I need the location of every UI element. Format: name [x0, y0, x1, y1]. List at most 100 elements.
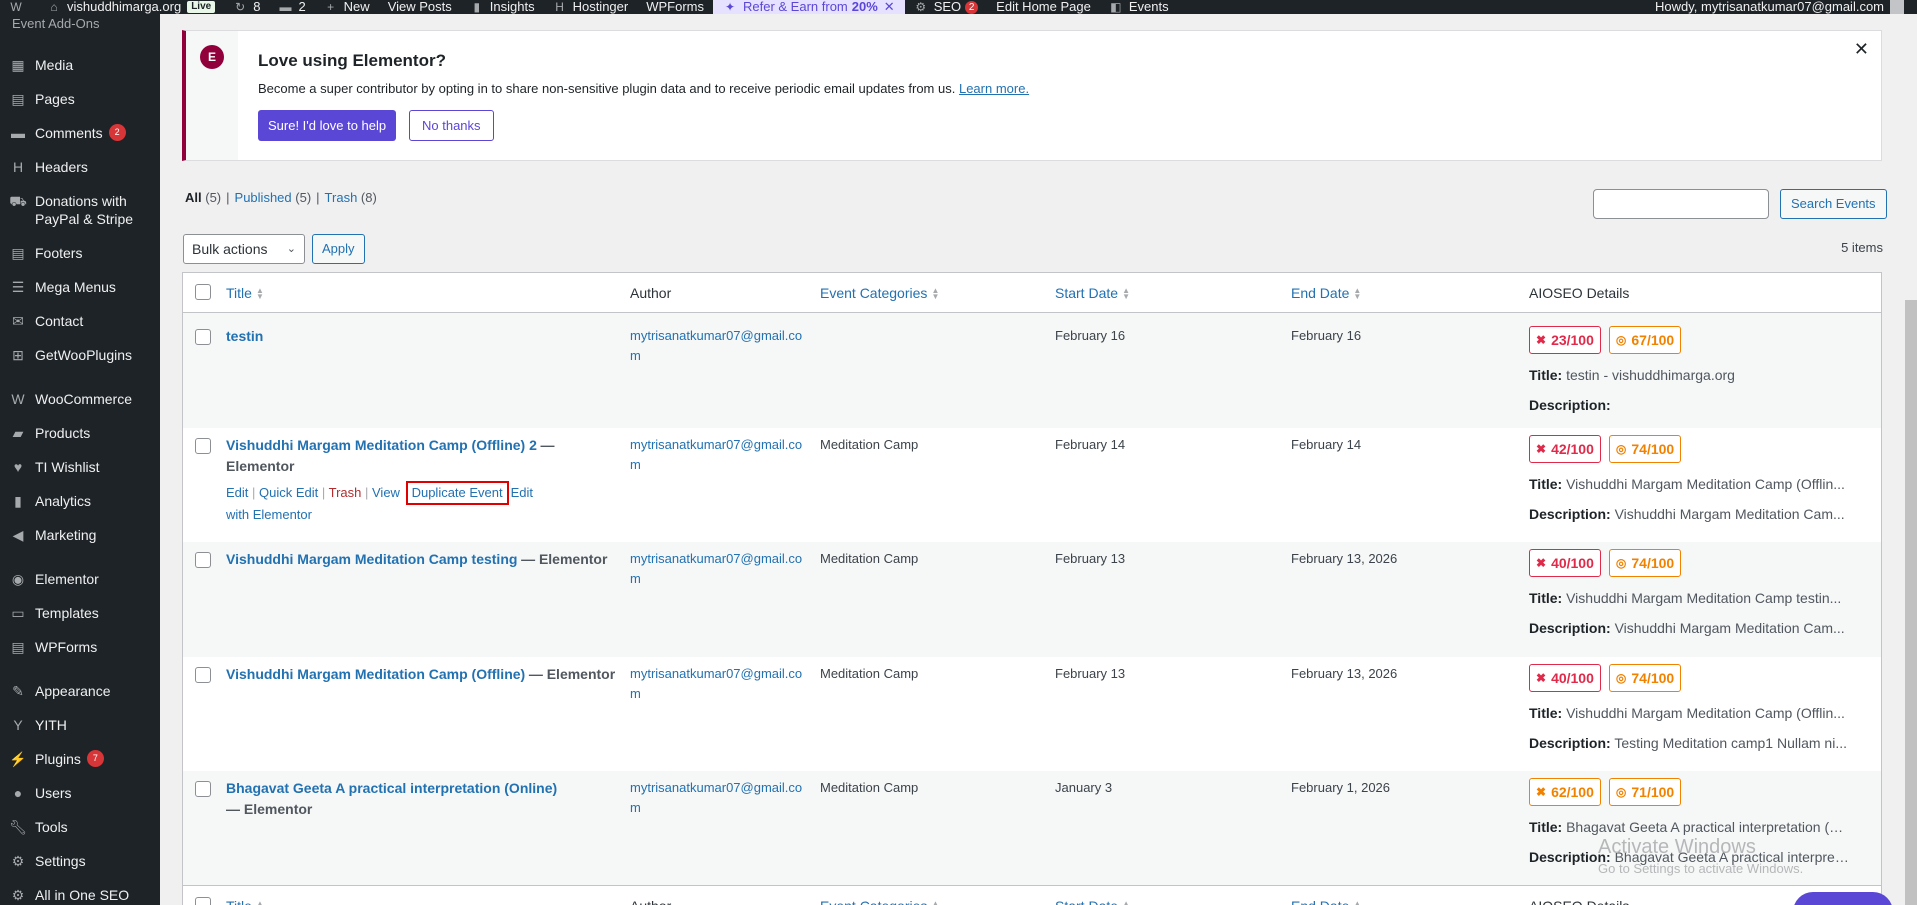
sidebar-item-ti-wishlist[interactable]: ♥ TI Wishlist	[0, 450, 160, 484]
sidebar-item-yith[interactable]: Y YITH	[0, 708, 160, 742]
row-title-link[interactable]: Vishuddhi Margam Meditation Camp (Offlin…	[226, 437, 537, 453]
column-title[interactable]: Title ▲ ▼	[226, 285, 264, 301]
refer-close-icon[interactable]: ✕	[884, 0, 895, 14]
close-icon[interactable]: ✕	[1854, 39, 1869, 60]
footer-column-event-categories[interactable]: Event Categories ▲▼	[820, 898, 939, 905]
category-link[interactable]: Meditation Camp	[820, 664, 918, 684]
updates-link[interactable]: ↻ 8	[224, 0, 269, 14]
sidebar-item-donations[interactable]: ⛟ Donations with PayPal & Stripe	[0, 184, 160, 236]
sidebar-item-comments[interactable]: ▬ Comments 2	[0, 116, 160, 150]
new-content-link[interactable]: + New	[315, 0, 379, 14]
column-event-categories[interactable]: Event Categories ▲ ▼	[820, 285, 939, 301]
sidebar-item-footers[interactable]: ▤ Footers	[0, 236, 160, 270]
sidebar-item-getwooplugins[interactable]: ⊞ GetWooPlugins	[0, 338, 160, 372]
footer-column-end-date[interactable]: End Date ▲▼	[1291, 898, 1361, 905]
row-title-link[interactable]: Vishuddhi Margam Meditation Camp testing	[226, 551, 517, 567]
column-start-date[interactable]: Start Date ▲ ▼	[1055, 285, 1130, 301]
headline-score[interactable]: ◎ 74/100	[1608, 435, 1682, 463]
comments-link[interactable]: ▬ 2	[269, 0, 314, 14]
sidebar-item-pages[interactable]: ▤ Pages	[0, 82, 160, 116]
headline-score[interactable]: ◎ 74/100	[1608, 664, 1682, 692]
view-posts-link[interactable]: View Posts	[379, 0, 461, 14]
footer-column-start-date[interactable]: Start Date ▲▼	[1055, 898, 1130, 905]
select-all-checkbox-footer[interactable]	[195, 897, 211, 905]
row-checkbox[interactable]	[195, 667, 211, 683]
sidebar-item-woocommerce[interactable]: W WooCommerce	[0, 382, 160, 416]
sidebar-item-users[interactable]: ● Users	[0, 776, 160, 810]
edit-link[interactable]: Edit	[226, 485, 248, 500]
truseo-score[interactable]: ✖ 40/100	[1529, 549, 1601, 577]
headline-score[interactable]: ◎ 71/100	[1608, 778, 1682, 806]
sidebar-item-elementor[interactable]: ◉ Elementor	[0, 562, 160, 596]
no-thanks-button[interactable]: No thanks	[409, 110, 494, 141]
row-title-link[interactable]: testin	[226, 328, 263, 344]
duplicate-event-link[interactable]: Duplicate Event	[405, 481, 509, 505]
bulk-actions-select[interactable]: Bulk actions ⌄	[183, 234, 305, 264]
footer-column-title[interactable]: Title▲▼	[226, 898, 264, 905]
author-link[interactable]: mytrisanatkumar07@gmail.com	[630, 778, 810, 818]
truseo-score[interactable]: ✖ 40/100	[1529, 664, 1601, 692]
row-checkbox[interactable]	[195, 552, 211, 568]
category-link[interactable]: Meditation Camp	[820, 549, 918, 569]
filter-published[interactable]: Published (5)	[235, 190, 312, 205]
category-link[interactable]: Meditation Camp	[820, 435, 918, 455]
category-link[interactable]: Meditation Camp	[820, 778, 918, 798]
sidebar-item-plugins[interactable]: ⚡ Plugins 7	[0, 742, 160, 776]
headline-score[interactable]: ◎ 74/100	[1608, 549, 1682, 577]
truseo-score[interactable]: ✖ 23/100	[1529, 326, 1601, 354]
author-link[interactable]: mytrisanatkumar07@gmail.com	[630, 549, 810, 589]
sidebar-item-contact[interactable]: ✉ Contact	[0, 304, 160, 338]
view-link[interactable]: View	[372, 485, 400, 500]
sidebar-item-event-addons[interactable]: Event Add-Ons	[12, 16, 99, 31]
sidebar-item-mega-menus[interactable]: ☰ Mega Menus	[0, 270, 160, 304]
wpforms-link[interactable]: WPForms	[637, 0, 713, 14]
sidebar-item-wpforms[interactable]: ▤ WPForms	[0, 630, 160, 664]
sidebar-item-templates[interactable]: ▭ Templates	[0, 596, 160, 630]
trash-link[interactable]: Trash	[329, 485, 362, 500]
row-checkbox[interactable]	[195, 438, 211, 454]
hostinger-link[interactable]: H Hostinger	[544, 0, 638, 14]
quick-edit-link[interactable]: Quick Edit	[259, 485, 318, 500]
apply-button[interactable]: Apply	[312, 234, 365, 264]
select-all-checkbox[interactable]	[195, 284, 211, 300]
sidebar-item-media[interactable]: ▦ Media	[0, 48, 160, 82]
row-checkbox[interactable]	[195, 781, 211, 797]
sidebar-item-products[interactable]: ▰ Products	[0, 416, 160, 450]
seo-desc-value: Bhagavat Geeta A practical interpret...	[1614, 849, 1849, 865]
account-menu[interactable]: Howdy, mytrisanatkumar07@gmail.com	[1646, 0, 1913, 14]
floating-help-button[interactable]	[1793, 892, 1893, 905]
author-link[interactable]: mytrisanatkumar07@gmail.com	[630, 326, 810, 366]
learn-more-link[interactable]: Learn more.	[959, 81, 1029, 96]
truseo-score[interactable]: ✖ 42/100	[1529, 435, 1601, 463]
sidebar-item-tools[interactable]: 🔧︎ Tools	[0, 810, 160, 844]
row-checkbox[interactable]	[195, 329, 211, 345]
site-name-link[interactable]: ⌂ vishuddhimarga.org Live	[38, 0, 224, 14]
wordpress-logo-button[interactable]: W	[0, 0, 38, 14]
refer-earn-link[interactable]: ✦ Refer & Earn from 20% ✕	[713, 0, 905, 14]
sidebar-item-appearance[interactable]: ✎ Appearance	[0, 674, 160, 708]
search-input[interactable]	[1593, 189, 1769, 219]
sidebar-item-settings[interactable]: ⚙ Settings	[0, 844, 160, 878]
scrollbar-thumb[interactable]	[1905, 300, 1917, 905]
headline-score[interactable]: ◎ 67/100	[1608, 326, 1682, 354]
seo-title-value: Vishuddhi Margam Meditation Camp (Offlin…	[1566, 476, 1845, 492]
search-events-button[interactable]: Search Events	[1780, 189, 1887, 219]
filter-trash[interactable]: Trash (8)	[325, 190, 377, 205]
opt-in-button[interactable]: Sure! I'd love to help	[258, 110, 397, 141]
author-link[interactable]: mytrisanatkumar07@gmail.com	[630, 435, 810, 475]
sidebar-item-aioseo[interactable]: ⚙ All in One SEO	[0, 878, 160, 905]
events-link[interactable]: ◧ Events	[1100, 0, 1178, 14]
sidebar-item-marketing[interactable]: ◀ Marketing	[0, 518, 160, 552]
author-link[interactable]: mytrisanatkumar07@gmail.com	[630, 664, 810, 704]
seo-link[interactable]: ⚙ SEO 2	[905, 0, 987, 14]
truseo-score[interactable]: ✖ 62/100	[1529, 778, 1601, 806]
edit-home-link[interactable]: Edit Home Page	[987, 0, 1100, 14]
sidebar-item-analytics[interactable]: ▮ Analytics	[0, 484, 160, 518]
row-title-link[interactable]: Bhagavat Geeta A practical interpretatio…	[226, 780, 557, 796]
sidebar-item-headers[interactable]: H Headers	[0, 150, 160, 184]
seo-label: SEO	[933, 0, 962, 14]
filter-all[interactable]: All (5)	[185, 190, 221, 205]
column-end-date[interactable]: End Date ▲ ▼	[1291, 285, 1361, 301]
row-title-link[interactable]: Vishuddhi Margam Meditation Camp (Offlin…	[226, 666, 525, 682]
insights-link[interactable]: ▮ Insights	[461, 0, 544, 14]
